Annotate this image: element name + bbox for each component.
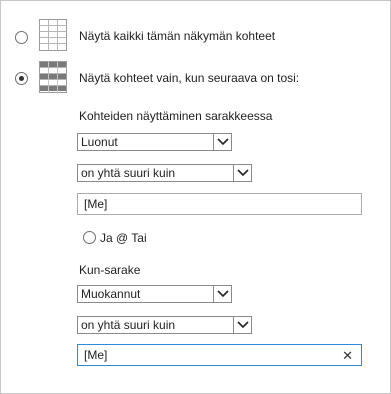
filter1-operator-value: on yhtä suuri kuin [81,166,176,180]
show-filtered-label: Näytä kohteet vain, kun seuraava on tosi… [79,71,300,85]
chevron-down-icon[interactable] [213,134,231,150]
clear-icon[interactable]: ✕ [342,348,353,364]
table-all-icon [39,19,67,54]
chevron-down-icon[interactable] [233,317,251,333]
filter2-value-input[interactable]: [Me] ✕ [77,344,362,366]
filter2-value-text: [Me] [84,348,108,362]
filter2-operator-value: on yhtä suuri kuin [81,318,176,332]
filter-panel: Näytä kaikki tämän näkymän kohteet Näytä… [0,0,391,394]
logic-label: Ja @ Tai [100,231,147,245]
show-filtered-radio[interactable] [15,72,28,85]
filter2-operator-select[interactable]: on yhtä suuri kuin [77,316,252,334]
filter1-column-select[interactable]: Luonut [77,133,232,151]
filter1-value-input[interactable]: [Me] [77,193,362,215]
filter2-section-label: Kun-sarake [79,263,141,277]
filter1-value-text: [Me] [84,197,108,211]
chevron-down-icon[interactable] [233,165,251,181]
chevron-down-icon[interactable] [213,286,231,302]
filter2-column-select[interactable]: Muokannut [77,285,232,303]
filter1-column-value: Luonut [81,135,118,149]
logic-radio[interactable] [83,231,96,244]
filter1-operator-select[interactable]: on yhtä suuri kuin [77,164,252,182]
radio-selected-dot [19,76,24,81]
show-all-label: Näytä kaikki tämän näkymän kohteet [79,29,276,43]
filter2-column-value: Muokannut [81,287,141,301]
table-filtered-icon [39,61,67,96]
filter1-section-label: Kohteiden näyttäminen sarakkeessa [79,109,273,123]
show-all-radio[interactable] [15,31,28,44]
